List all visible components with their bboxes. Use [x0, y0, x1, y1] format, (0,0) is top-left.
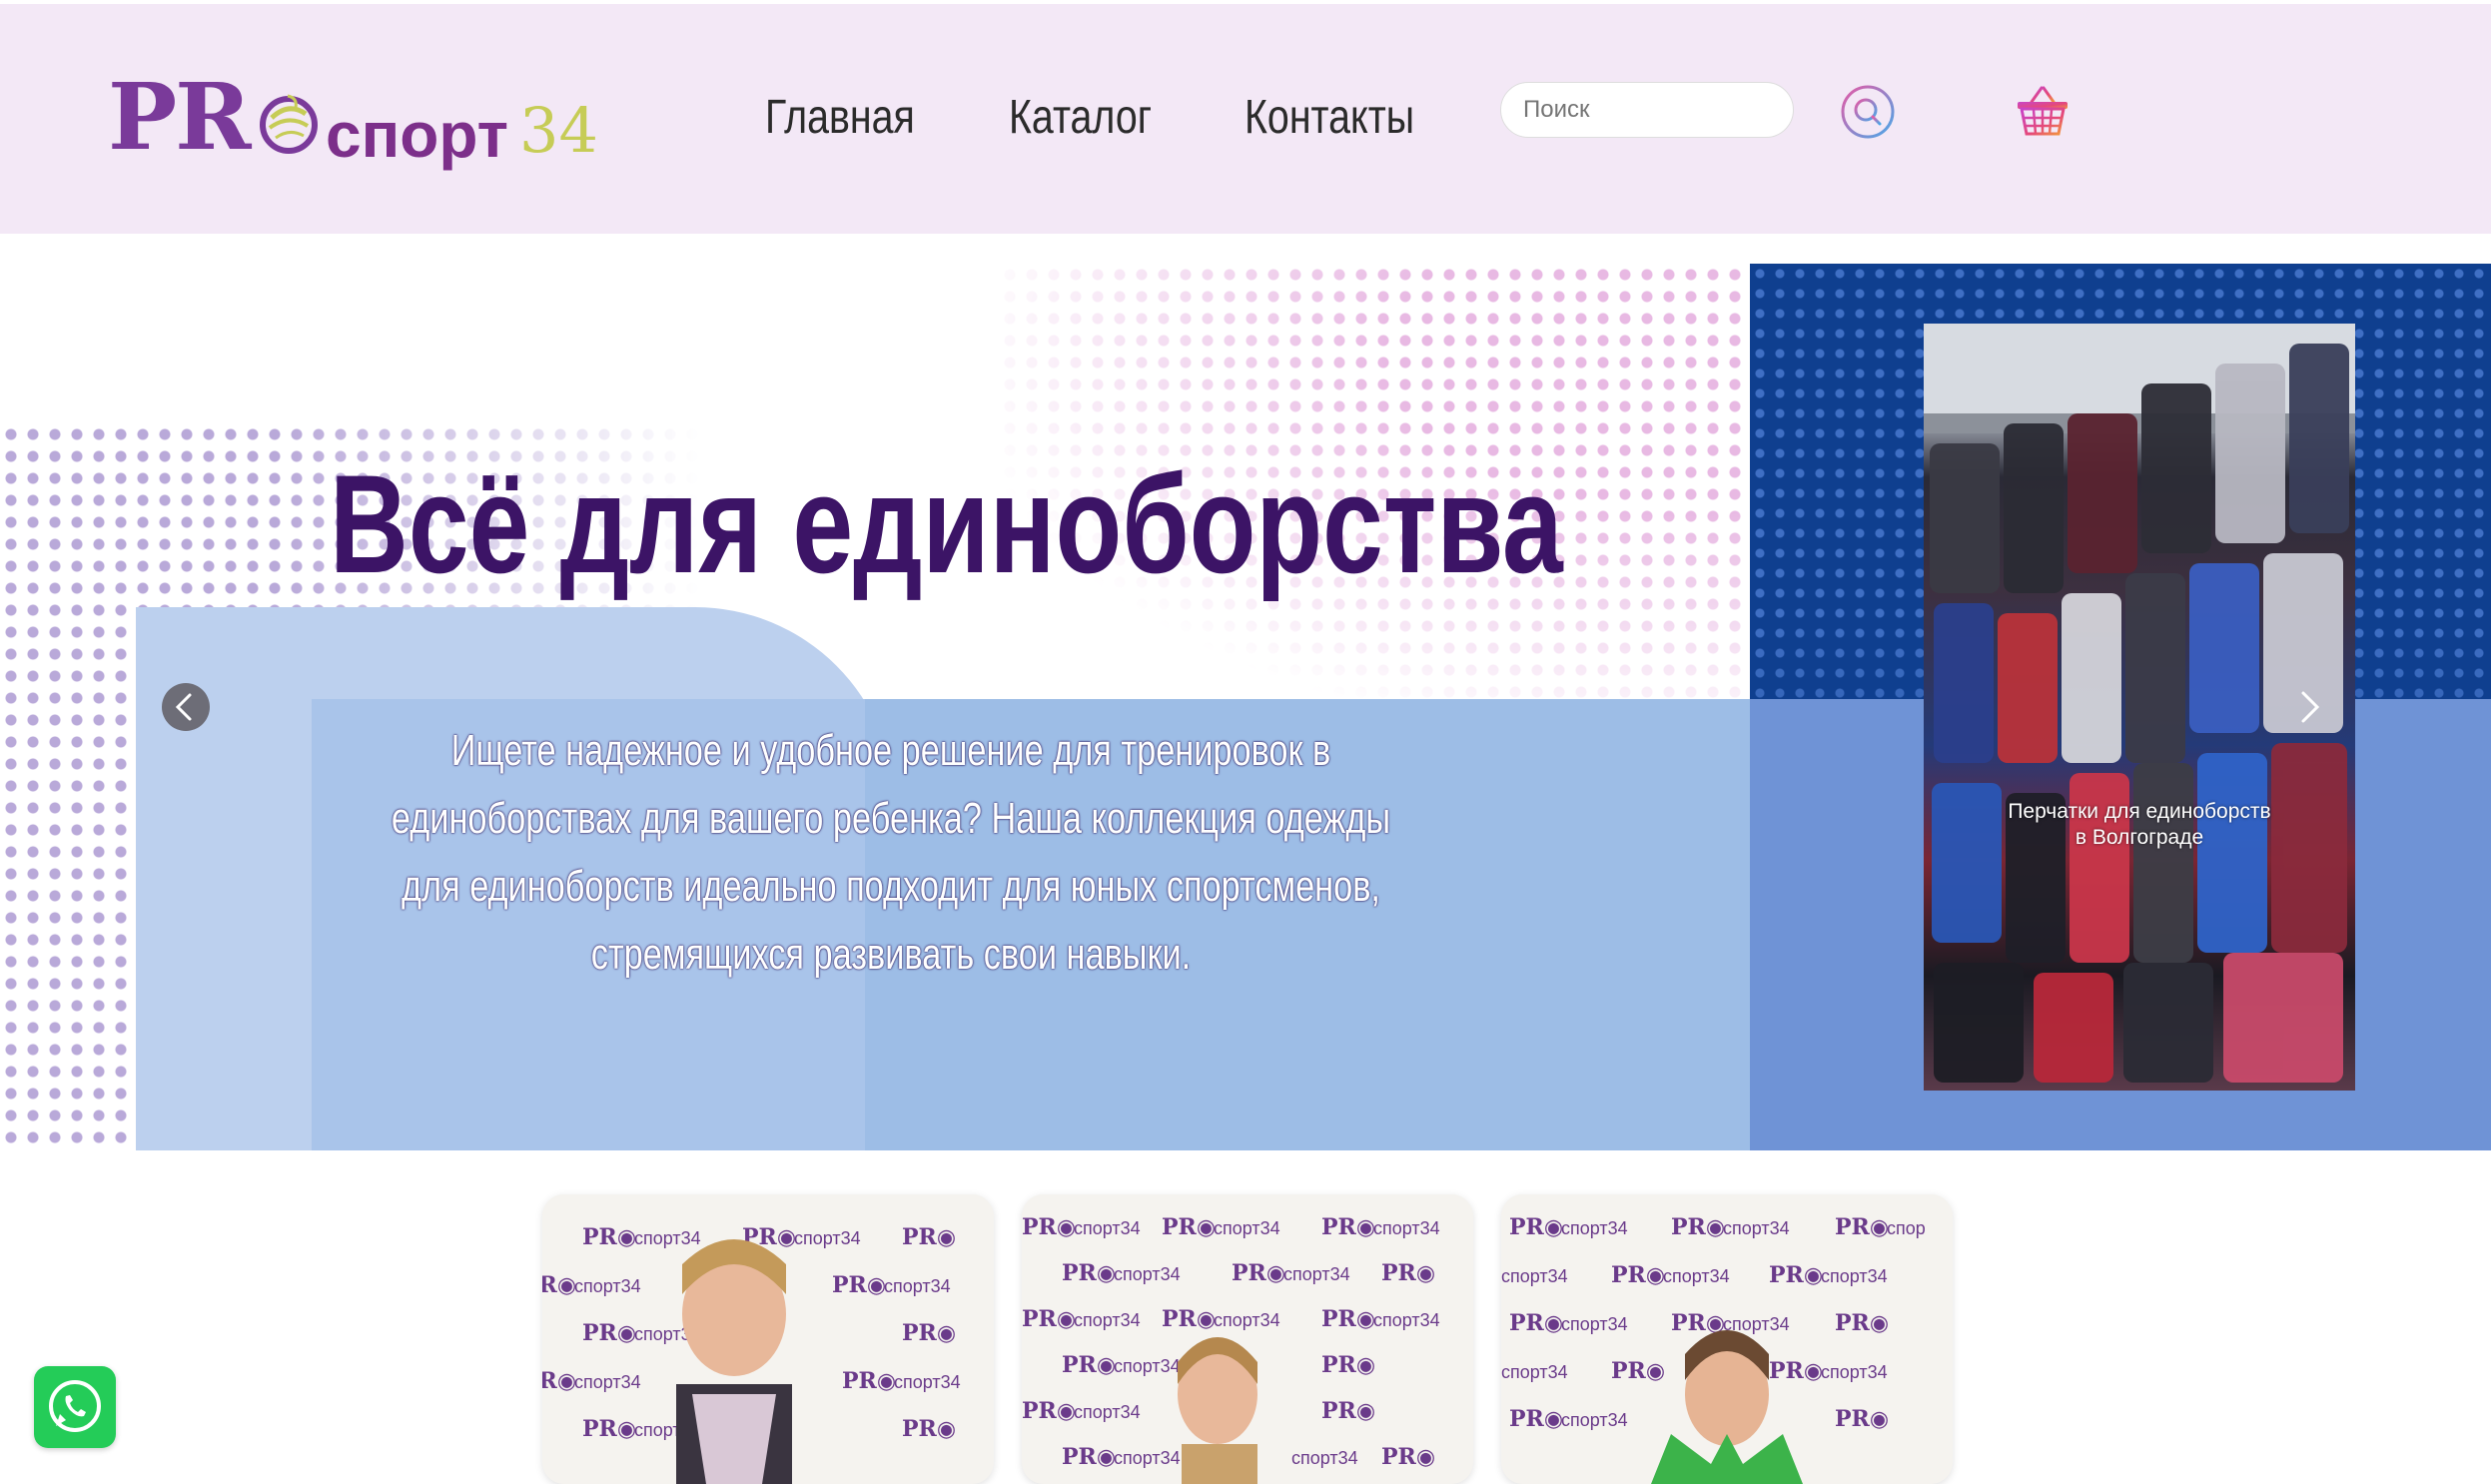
hero-title: Всё для единоборства: [330, 445, 1563, 602]
site-logo[interactable]: PR спорт 34: [108, 62, 607, 172]
slider-prev-button[interactable]: [162, 683, 210, 731]
chevron-right-icon: [2301, 691, 2320, 723]
svg-text:спорт34: спорт34: [1114, 1264, 1181, 1284]
svg-text:PR◉: PR◉: [1321, 1352, 1375, 1378]
svg-text:спорт34: спорт34: [1561, 1218, 1628, 1238]
svg-text:PR◉: PR◉: [902, 1320, 956, 1346]
svg-text:PR◉: PR◉: [1022, 1214, 1076, 1240]
svg-text:спорт34: спорт34: [1074, 1402, 1141, 1422]
banner-wall-image: PR◉ PR◉ PR◉ PR◉ PR◉ PR◉ PR◉ PR◉ PR◉ PR◉ PR◉ PR◉…: [1501, 1194, 1953, 1484]
svg-text:PR◉: PR◉: [1321, 1214, 1375, 1240]
svg-text:PR◉: PR◉: [902, 1224, 956, 1250]
svg-text:PR◉: PR◉: [1509, 1406, 1563, 1432]
svg-text:спорт34: спорт34: [1214, 1218, 1280, 1238]
svg-text:PR◉: PR◉: [1162, 1214, 1216, 1240]
svg-text:спорт34: спорт34: [1663, 1266, 1730, 1286]
logo-number-text: 34: [519, 94, 598, 167]
photo-caption-line: Перчатки для единоборств: [2008, 800, 2271, 823]
svg-text:PR◉: PR◉: [1509, 1310, 1563, 1336]
svg-text:PR◉: PR◉: [1381, 1444, 1435, 1470]
svg-text:спорт34: спорт34: [1501, 1266, 1568, 1286]
whatsapp-icon: [49, 1380, 101, 1432]
logo-pro-text: PR: [108, 63, 252, 171]
whatsapp-button[interactable]: [34, 1366, 116, 1448]
svg-text:PR◉: PR◉: [1611, 1358, 1665, 1384]
svg-text:PR◉: PR◉: [1611, 1262, 1665, 1288]
hero-description: Ищете надежное и удобное решение для тре…: [391, 726, 1391, 979]
svg-text:PR◉: PR◉: [1321, 1306, 1375, 1332]
svg-text:спорт34: спорт34: [1723, 1218, 1790, 1238]
svg-text:PR◉: PR◉: [1835, 1310, 1889, 1336]
svg-text:PR◉: PR◉: [582, 1224, 636, 1250]
svg-text:спорт34: спорт34: [1283, 1264, 1350, 1284]
search-button[interactable]: [1840, 84, 1896, 140]
svg-text:спорт34: спорт34: [1373, 1310, 1440, 1330]
svg-text:PR◉: PR◉: [1509, 1214, 1563, 1240]
svg-text:PR◉: PR◉: [1062, 1352, 1116, 1378]
svg-text:PR◉: PR◉: [1062, 1444, 1116, 1470]
svg-text:спорт34: спорт34: [1821, 1266, 1888, 1286]
svg-text:спорт34: спорт34: [1074, 1218, 1141, 1238]
svg-text:PR◉: PR◉: [582, 1320, 636, 1346]
banner-wall-image: PR◉ PR◉ PR◉ PR◉ PR◉ PR◉ PR◉ PR◉ PR◉ PR◉ PR◉ PR◉…: [1022, 1194, 1473, 1484]
svg-text:спорт34: спорт34: [1291, 1448, 1358, 1468]
svg-text:PR◉: PR◉: [1835, 1214, 1889, 1240]
search-icon: [1841, 85, 1895, 139]
svg-text:PR◉: PR◉: [1769, 1262, 1823, 1288]
svg-text:спорт34: спорт34: [1114, 1448, 1181, 1468]
site-header: PR спорт 34 Главная Каталог Контакты: [0, 4, 2491, 234]
svg-text:PR◉: PR◉: [1671, 1214, 1725, 1240]
svg-text:PR◉: PR◉: [1162, 1306, 1216, 1332]
svg-text:PR◉: PR◉: [1022, 1306, 1076, 1332]
svg-text:спорт34: спорт34: [894, 1372, 961, 1392]
nav-home[interactable]: Главная: [765, 90, 915, 145]
gallery-card[interactable]: PR◉PR◉PR◉ PR◉PR◉ PR◉PR◉ PR◉PR◉ PR◉PR◉ сп…: [542, 1194, 994, 1484]
banner-wall-image: PR◉PR◉PR◉ PR◉PR◉ PR◉PR◉ PR◉PR◉ PR◉PR◉ сп…: [542, 1194, 994, 1484]
svg-text:PR◉: PR◉: [582, 1416, 636, 1442]
svg-text:PR◉: PR◉: [1321, 1398, 1375, 1424]
svg-text:PR◉: PR◉: [832, 1272, 886, 1298]
svg-text:спорт34: спорт34: [1214, 1310, 1280, 1330]
svg-text:спорт34: спорт34: [1114, 1356, 1181, 1376]
logo-sport-text: спорт: [326, 99, 508, 171]
svg-text:PR◉: PR◉: [542, 1272, 576, 1298]
svg-text:спор: спор: [1887, 1218, 1926, 1238]
svg-text:спорт34: спорт34: [1561, 1410, 1628, 1430]
svg-text:спорт34: спорт34: [1821, 1362, 1888, 1382]
photo-caption-line: в Волгограде: [2075, 826, 2204, 849]
svg-text:PR◉: PR◉: [1835, 1406, 1889, 1432]
gallery-card[interactable]: PR◉ PR◉ PR◉ PR◉ PR◉ PR◉ PR◉ PR◉ PR◉ PR◉ PR◉ PR◉…: [1501, 1194, 1953, 1484]
chevron-left-icon: [175, 693, 192, 721]
svg-text:PR◉: PR◉: [1232, 1260, 1285, 1286]
svg-text:спорт34: спорт34: [1561, 1314, 1628, 1334]
search-input[interactable]: [1500, 82, 1794, 138]
svg-text:спорт34: спорт34: [1501, 1362, 1568, 1382]
gallery-card[interactable]: PR◉ PR◉ PR◉ PR◉ PR◉ PR◉ PR◉ PR◉ PR◉ PR◉ PR◉ PR◉…: [1022, 1194, 1473, 1484]
hero-slider: Всё для единоборства Ищете надежное и уд…: [0, 264, 2491, 1150]
svg-text:спорт34: спорт34: [574, 1276, 641, 1296]
slider-next-button[interactable]: [2287, 681, 2331, 733]
basket-icon: [2018, 86, 2068, 136]
svg-text:спорт34: спорт34: [794, 1228, 861, 1248]
svg-text:PR◉: PR◉: [1062, 1260, 1116, 1286]
cart-button[interactable]: [2014, 82, 2072, 140]
svg-text:спорт34: спорт34: [1074, 1310, 1141, 1330]
svg-text:PR◉: PR◉: [1022, 1398, 1076, 1424]
nav-contacts[interactable]: Контакты: [1245, 90, 1414, 145]
nav-catalog[interactable]: Каталог: [1009, 90, 1152, 145]
svg-text:PR◉: PR◉: [1381, 1260, 1435, 1286]
svg-text:спорт34: спорт34: [574, 1372, 641, 1392]
svg-text:спорт34: спорт34: [634, 1228, 701, 1248]
svg-text:PR◉: PR◉: [1769, 1358, 1823, 1384]
svg-text:спорт34: спорт34: [1373, 1218, 1440, 1238]
svg-text:PR◉: PR◉: [902, 1416, 956, 1442]
logo-ball-icon: [260, 94, 318, 154]
svg-text:PR◉: PR◉: [542, 1368, 576, 1394]
photo-caption: Перчатки для единоборств в Волгограде: [1924, 799, 2355, 851]
svg-text:PR◉: PR◉: [842, 1368, 896, 1394]
svg-text:спорт34: спорт34: [884, 1276, 951, 1296]
